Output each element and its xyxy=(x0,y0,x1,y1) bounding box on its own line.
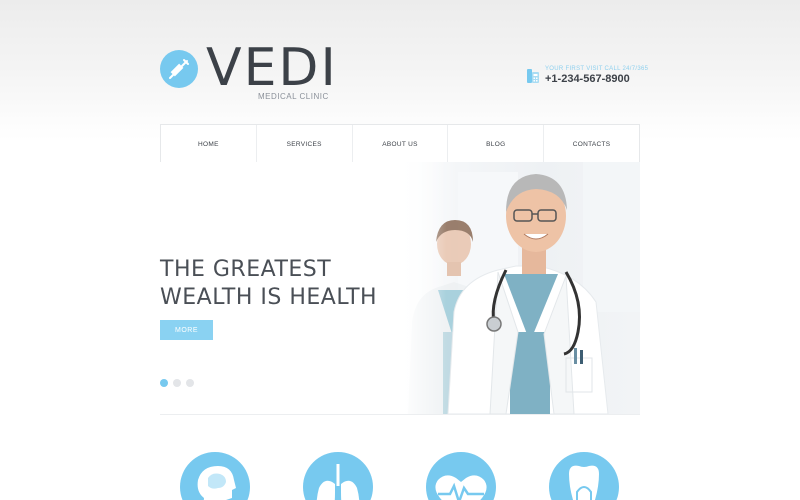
brand-name[interactable]: VEDI xyxy=(206,39,338,97)
phone-caption: YOUR FIRST VISIT CALL 24/7/365 xyxy=(545,66,649,72)
page: VEDI MEDICAL CLINIC YOUR FIRST VISIT CAL… xyxy=(0,0,800,500)
nav-item-contacts[interactable]: CONTACTS xyxy=(543,125,640,163)
phone-number[interactable]: +1-234-567-8900 xyxy=(545,73,630,85)
service-tooth-icon[interactable] xyxy=(549,452,619,500)
more-button[interactable]: MORE xyxy=(160,320,213,340)
hero-title-line-1: THE GREATEST xyxy=(160,257,332,282)
nav-item-services[interactable]: SERVICES xyxy=(255,125,352,163)
slider-dot-3[interactable] xyxy=(186,379,194,387)
hero-title: THE GREATEST WEALTH IS HEALTH xyxy=(160,256,377,312)
service-brain-head-icon[interactable] xyxy=(180,452,250,500)
slider-dots xyxy=(160,379,194,387)
nav-item-blog[interactable]: BLOG xyxy=(447,125,543,163)
main-nav: HOME SERVICES ABOUT US BLOG CONTACTS xyxy=(160,124,640,164)
nav-item-home[interactable]: HOME xyxy=(160,125,256,163)
slider-dot-2[interactable] xyxy=(173,379,181,387)
phone-icon xyxy=(527,69,539,83)
section-divider xyxy=(160,414,640,415)
doctors-photo xyxy=(398,162,640,414)
hero-title-line-2: WEALTH IS HEALTH xyxy=(160,285,378,310)
nav-item-about-us[interactable]: ABOUT US xyxy=(351,125,448,163)
brand-tagline: MEDICAL CLINIC xyxy=(258,92,329,101)
logo-syringe-icon[interactable] xyxy=(160,50,198,88)
hero-slider: THE GREATEST WEALTH IS HEALTH MORE xyxy=(160,162,640,414)
service-lungs-icon[interactable] xyxy=(303,452,373,500)
slider-dot-1[interactable] xyxy=(160,379,168,387)
service-heart-pulse-icon[interactable] xyxy=(426,452,496,500)
